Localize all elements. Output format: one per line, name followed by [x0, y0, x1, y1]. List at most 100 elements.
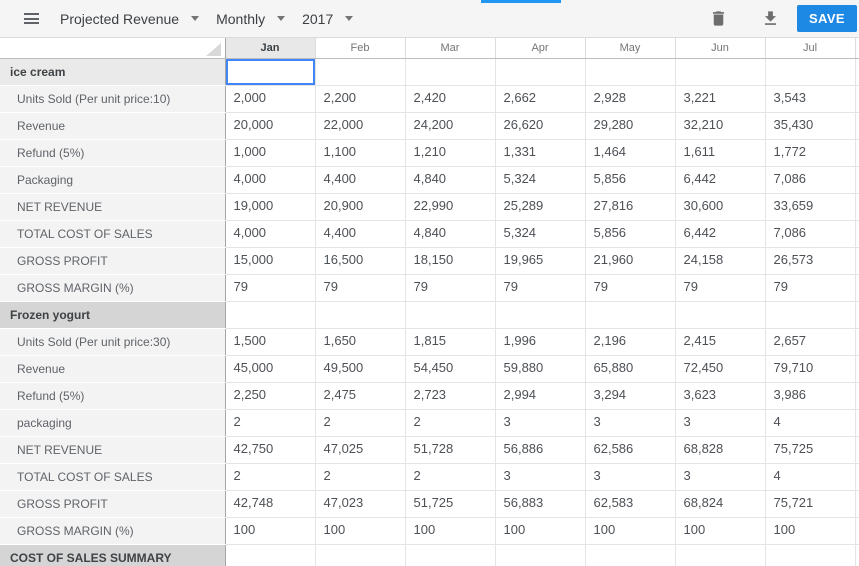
cell[interactable] — [675, 544, 765, 566]
save-button[interactable]: SAVE — [797, 5, 857, 32]
cell[interactable]: 75,721 — [765, 490, 855, 517]
cell[interactable]: 79 — [495, 274, 585, 301]
cell[interactable] — [765, 58, 855, 85]
cell[interactable] — [315, 544, 405, 566]
cell[interactable]: 5,856 — [585, 220, 675, 247]
cell[interactable]: 6,442 — [675, 220, 765, 247]
cell[interactable]: 1,611 — [675, 139, 765, 166]
cell[interactable]: 2,657 — [765, 328, 855, 355]
cell[interactable]: 3,986 — [765, 382, 855, 409]
cell[interactable]: 18,150 — [405, 247, 495, 274]
cell[interactable]: 20,900 — [315, 193, 405, 220]
cell[interactable] — [225, 301, 315, 328]
row-label[interactable]: packaging — [0, 409, 225, 436]
cell[interactable]: 42,748 — [225, 490, 315, 517]
cell[interactable]: 1,772 — [765, 139, 855, 166]
cell[interactable]: 49,500 — [315, 355, 405, 382]
cell[interactable]: 3,623 — [675, 382, 765, 409]
cell[interactable]: 3 — [495, 409, 585, 436]
cell[interactable]: 5,856 — [585, 166, 675, 193]
cell[interactable]: 79,710 — [765, 355, 855, 382]
cell[interactable]: 2,723 — [405, 382, 495, 409]
cell[interactable]: 15,000 — [225, 247, 315, 274]
cell[interactable] — [405, 301, 495, 328]
column-header-jul[interactable]: Jul — [765, 38, 855, 58]
cell[interactable]: 2,994 — [495, 382, 585, 409]
cell[interactable]: 75,725 — [765, 436, 855, 463]
year-select[interactable]: 2017 — [302, 11, 353, 27]
cell[interactable]: 3,543 — [765, 85, 855, 112]
cell[interactable]: 3 — [675, 463, 765, 490]
row-label[interactable]: Units Sold (Per unit price:10) — [0, 85, 225, 112]
cell[interactable]: 62,586 — [585, 436, 675, 463]
cell[interactable]: 4,000 — [225, 220, 315, 247]
cell[interactable] — [675, 58, 765, 85]
period-select[interactable]: Monthly — [216, 11, 285, 27]
cell[interactable]: 100 — [405, 517, 495, 544]
cell[interactable]: 3 — [495, 463, 585, 490]
row-label[interactable]: Refund (5%) — [0, 139, 225, 166]
row-label[interactable]: Refund (5%) — [0, 382, 225, 409]
cell[interactable]: 4 — [765, 463, 855, 490]
column-header-jun[interactable]: Jun — [675, 38, 765, 58]
delete-button[interactable] — [709, 9, 728, 29]
corner-cell[interactable] — [0, 38, 225, 58]
cell[interactable]: 26,573 — [765, 247, 855, 274]
cell[interactable]: 59,880 — [495, 355, 585, 382]
cell[interactable] — [765, 544, 855, 566]
row-label[interactable]: NET REVENUE — [0, 193, 225, 220]
cell[interactable] — [585, 301, 675, 328]
cell[interactable] — [315, 301, 405, 328]
cell[interactable]: 51,728 — [405, 436, 495, 463]
cell[interactable] — [405, 544, 495, 566]
cell[interactable]: 2,662 — [495, 85, 585, 112]
cell[interactable]: 79 — [225, 274, 315, 301]
cell[interactable]: 3,294 — [585, 382, 675, 409]
cell[interactable] — [675, 301, 765, 328]
cell[interactable]: 35,430 — [765, 112, 855, 139]
cell[interactable]: 27,816 — [585, 193, 675, 220]
cell[interactable]: 2 — [405, 463, 495, 490]
row-label[interactable]: TOTAL COST OF SALES — [0, 220, 225, 247]
cell[interactable]: 4,840 — [405, 166, 495, 193]
cell[interactable]: 100 — [765, 517, 855, 544]
cell[interactable]: 1,815 — [405, 328, 495, 355]
cell[interactable]: 56,883 — [495, 490, 585, 517]
report-select[interactable]: Projected Revenue — [60, 11, 199, 27]
cell[interactable]: 20,000 — [225, 112, 315, 139]
cell[interactable]: 72,450 — [675, 355, 765, 382]
cell[interactable]: 2,928 — [585, 85, 675, 112]
cell[interactable]: 2 — [405, 409, 495, 436]
cell[interactable]: 42,750 — [225, 436, 315, 463]
cell[interactable] — [585, 58, 675, 85]
cell[interactable]: 6,442 — [675, 166, 765, 193]
column-header-apr[interactable]: Apr — [495, 38, 585, 58]
cell[interactable]: 2 — [315, 409, 405, 436]
cell[interactable]: 19,000 — [225, 193, 315, 220]
cell[interactable]: 51,725 — [405, 490, 495, 517]
cell[interactable] — [405, 58, 495, 85]
cell[interactable]: 3,221 — [675, 85, 765, 112]
cell[interactable]: 45,000 — [225, 355, 315, 382]
cell[interactable]: 2,000 — [225, 85, 315, 112]
cell[interactable]: 3 — [585, 463, 675, 490]
cell[interactable]: 32,210 — [675, 112, 765, 139]
cell[interactable]: 2,475 — [315, 382, 405, 409]
cell[interactable]: 54,450 — [405, 355, 495, 382]
row-label[interactable]: NET REVENUE — [0, 436, 225, 463]
cell[interactable]: 68,824 — [675, 490, 765, 517]
row-label[interactable]: Units Sold (Per unit price:30) — [0, 328, 225, 355]
cell[interactable] — [495, 58, 585, 85]
cell[interactable]: 1,331 — [495, 139, 585, 166]
cell[interactable]: 3 — [585, 409, 675, 436]
cell[interactable]: 100 — [675, 517, 765, 544]
row-label[interactable]: TOTAL COST OF SALES — [0, 463, 225, 490]
cell[interactable]: 7,086 — [765, 220, 855, 247]
cell[interactable]: 22,000 — [315, 112, 405, 139]
cell[interactable]: 79 — [585, 274, 675, 301]
cell[interactable] — [225, 544, 315, 566]
cell[interactable]: 100 — [495, 517, 585, 544]
section-label[interactable]: ice cream — [0, 58, 225, 85]
row-label[interactable]: GROSS MARGIN (%) — [0, 517, 225, 544]
section-label[interactable]: Frozen yogurt — [0, 301, 225, 328]
